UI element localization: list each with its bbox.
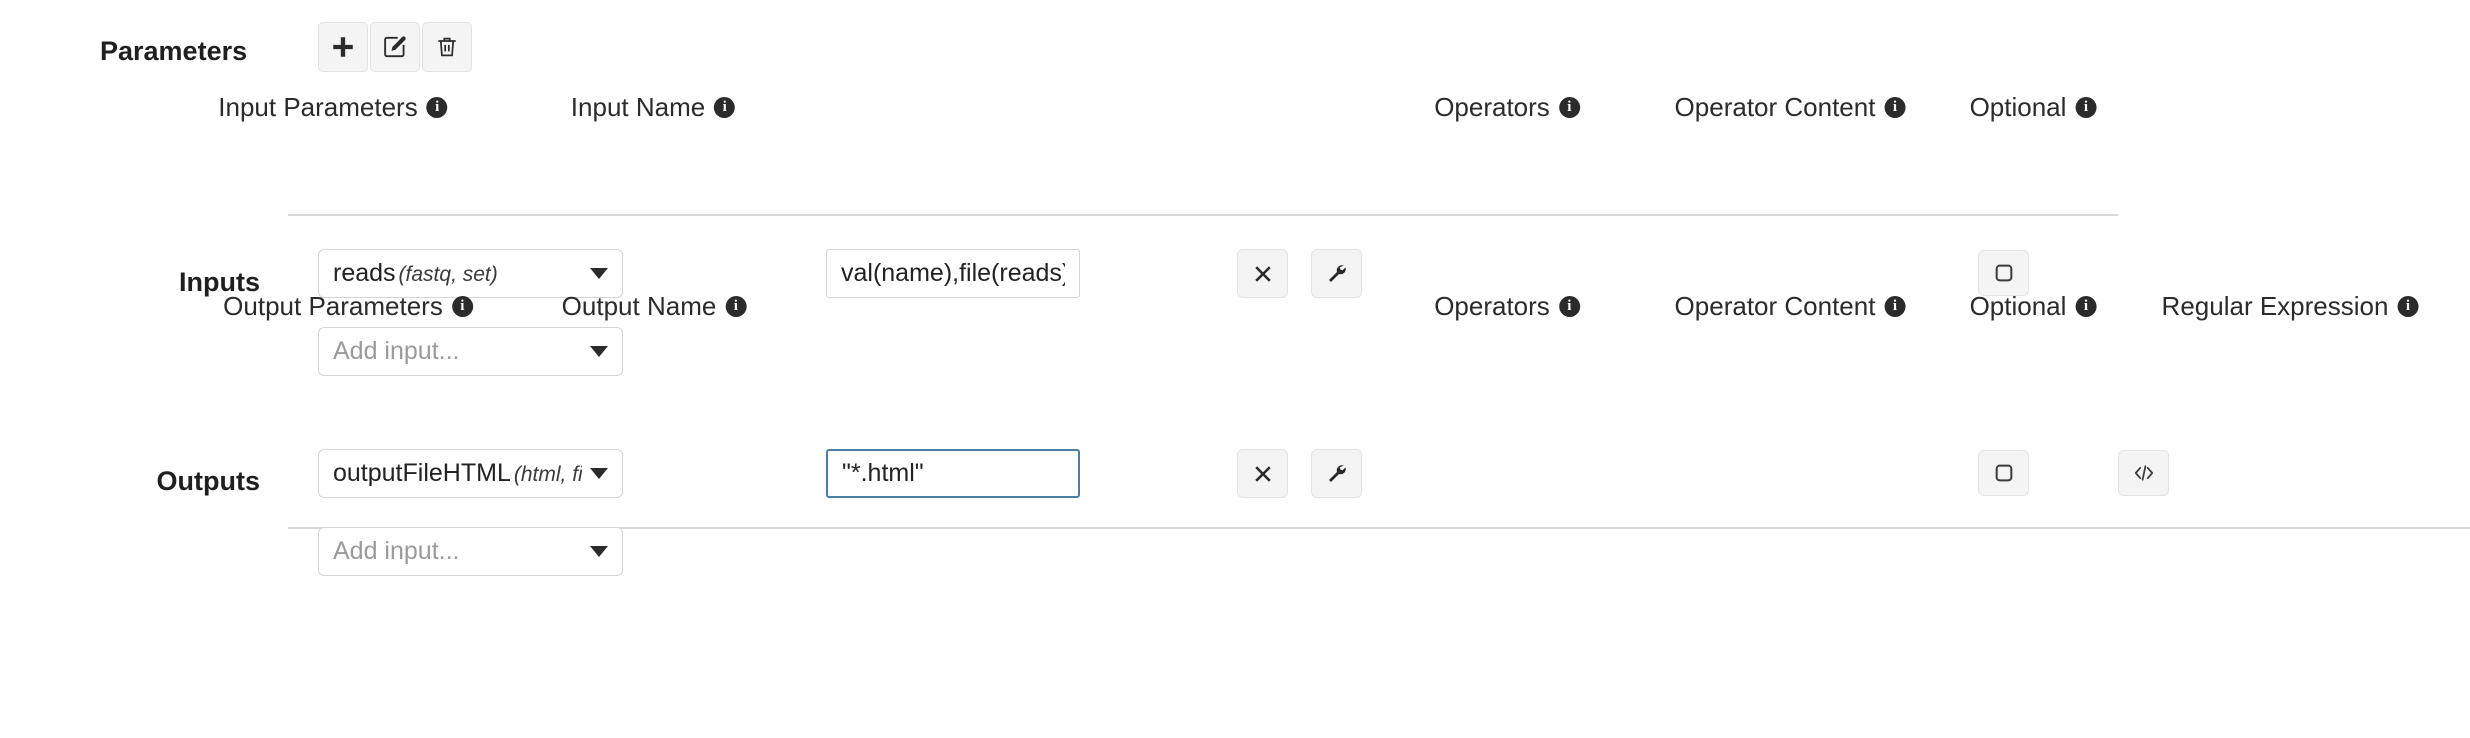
cross-icon <box>1251 462 1275 486</box>
column-header-label: Optional <box>1969 92 2067 122</box>
output-parameter-select[interactable]: outputFileHTML(html, file) <box>318 449 623 498</box>
output-add-row-placeholder: Add input... <box>333 537 460 565</box>
output-add-row-select[interactable]: Add input... <box>318 527 623 576</box>
chevron-down-icon <box>590 468 608 479</box>
column-header-operator-content: Operator Content i <box>1675 291 1906 322</box>
input-add-row-placeholder: Add input... <box>333 337 460 365</box>
info-icon[interactable]: i <box>1558 97 1580 118</box>
output-parameter-select-value: outputFileHTML(html, file) <box>333 459 582 487</box>
column-header-label: Input Name <box>570 92 706 122</box>
output-name-field[interactable] <box>826 449 1080 498</box>
page-title: Parameters <box>100 36 248 66</box>
column-header-label: Regular Expression <box>2161 291 2389 321</box>
outputs-row-label: Outputs <box>156 466 260 496</box>
info-icon[interactable]: i <box>1558 296 1580 317</box>
input-optional-checkbox[interactable] <box>1978 250 2029 296</box>
plus-icon <box>330 34 356 60</box>
column-header-label: Output Parameters <box>223 291 443 321</box>
column-header-output-parameters: Output Parameters i <box>223 291 473 322</box>
outputs-column-headers: Output Parameters i Output Name i Operat… <box>0 291 2470 335</box>
output-optional-checkbox[interactable] <box>1978 450 2029 496</box>
column-header-optional: Optional i <box>1970 291 2097 322</box>
column-header-label: Input Parameters <box>218 92 418 122</box>
info-icon[interactable]: i <box>2075 296 2097 317</box>
column-header-output-name: Output Name i <box>562 291 747 322</box>
column-header-label: Operators <box>1434 92 1550 122</box>
trash-icon <box>434 34 460 60</box>
column-header-label: Operator Content <box>1674 291 1876 321</box>
edit-parameter-button[interactable] <box>370 22 420 72</box>
checkbox-unchecked-icon <box>1993 462 2015 484</box>
wrench-icon <box>1325 262 1349 286</box>
output-clear-button[interactable] <box>1237 449 1288 498</box>
column-header-input-name: Input Name i <box>570 92 736 123</box>
info-icon[interactable]: i <box>1884 97 1906 118</box>
column-header-regular-expression: Regular Expression i <box>2162 291 2419 322</box>
inputs-header-divider <box>288 214 2118 216</box>
parameters-toolbar <box>318 22 474 72</box>
info-icon[interactable]: i <box>2397 296 2419 317</box>
column-header-operator-content: Operator Content i <box>1675 92 1906 123</box>
pencil-square-icon <box>382 34 408 60</box>
output-regular-expression-button[interactable] <box>2118 450 2169 496</box>
column-header-operators: Operators i <box>1434 92 1580 123</box>
info-icon[interactable]: i <box>451 296 473 317</box>
input-parameter-select-value: reads (fastq, set) <box>333 259 498 287</box>
code-brackets-icon <box>2131 460 2157 486</box>
add-parameter-button[interactable] <box>318 22 368 72</box>
column-header-label: Operator Content <box>1674 92 1876 122</box>
info-icon[interactable]: i <box>426 97 448 118</box>
inputs-column-headers: Input Parameters i Input Name i Operator… <box>0 92 2470 136</box>
checkbox-unchecked-icon <box>1993 262 2015 284</box>
column-header-operators: Operators i <box>1434 291 1580 322</box>
column-header-label: Operators <box>1434 291 1550 321</box>
info-icon[interactable]: i <box>2075 97 2097 118</box>
column-header-label: Output Name <box>561 291 717 321</box>
delete-parameter-button[interactable] <box>422 22 472 72</box>
column-header-optional: Optional i <box>1970 92 2097 123</box>
chevron-down-icon <box>590 268 608 279</box>
info-icon[interactable]: i <box>1884 296 1906 317</box>
chevron-down-icon <box>590 546 608 557</box>
output-settings-button[interactable] <box>1311 449 1362 498</box>
info-icon[interactable]: i <box>714 97 736 118</box>
column-header-input-parameters: Input Parameters i <box>218 92 448 123</box>
cross-icon <box>1251 262 1275 286</box>
wrench-icon <box>1325 462 1349 486</box>
chevron-down-icon <box>590 346 608 357</box>
info-icon[interactable]: i <box>725 296 747 317</box>
column-header-label: Optional <box>1969 291 2067 321</box>
